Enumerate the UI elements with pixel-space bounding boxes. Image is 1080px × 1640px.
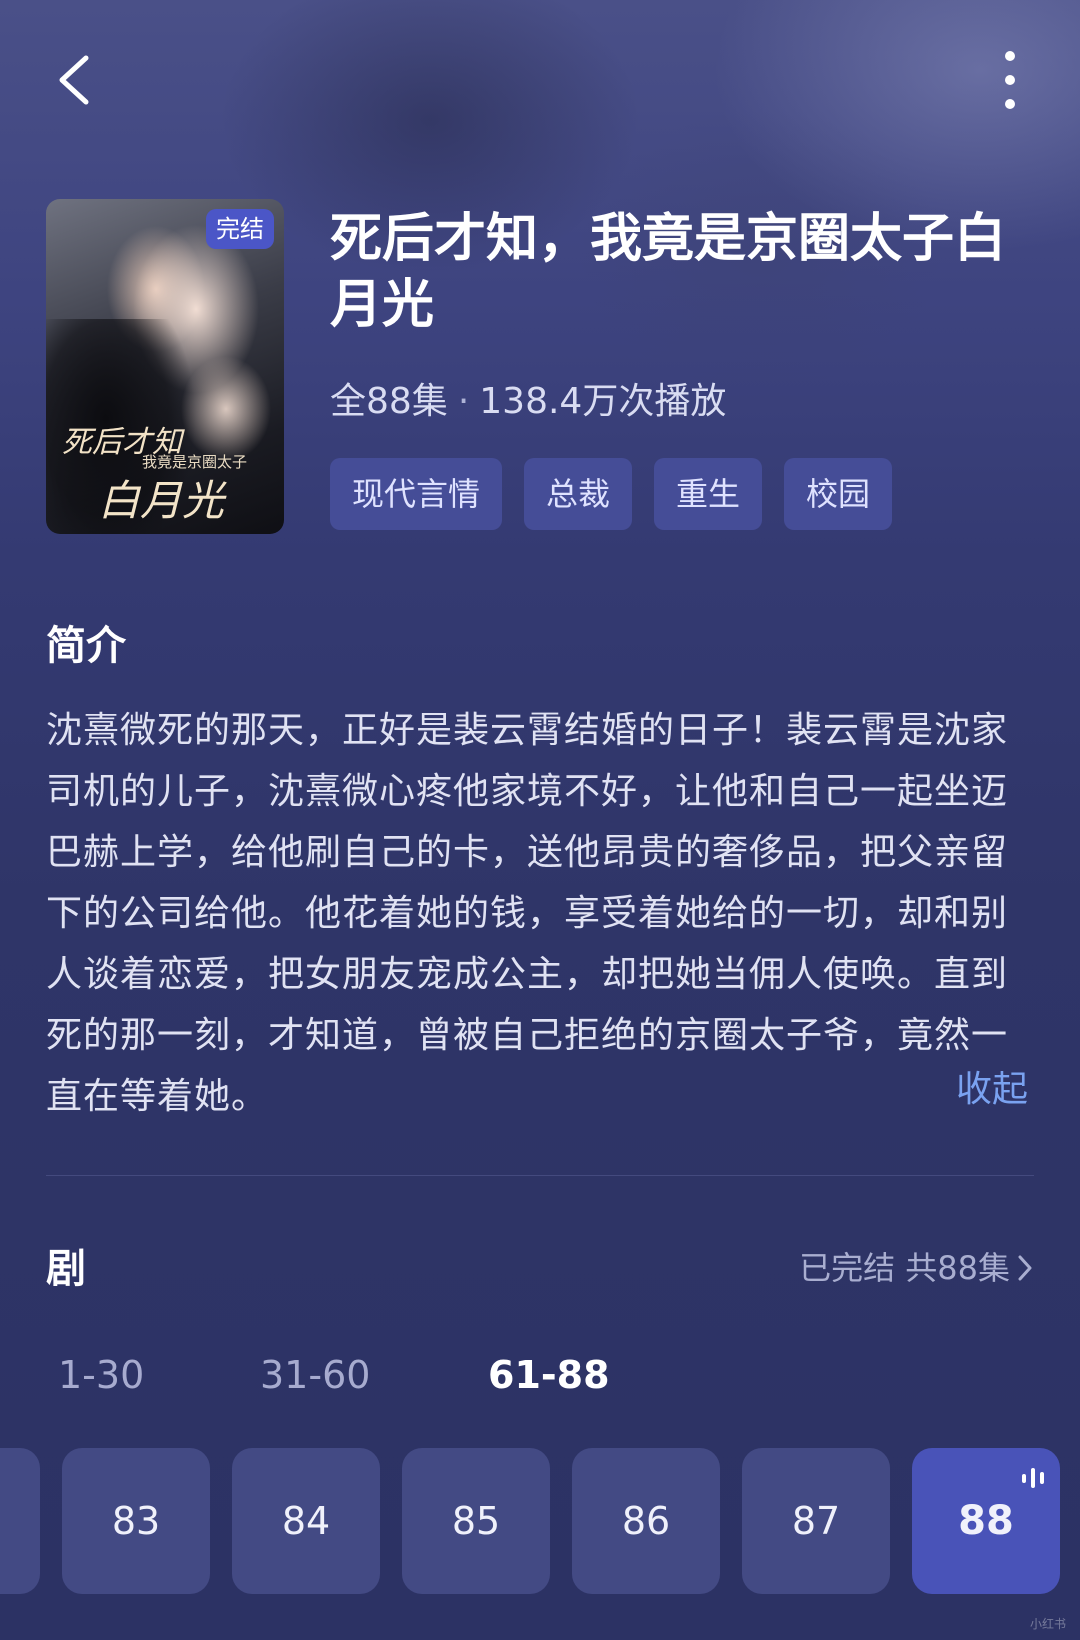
poster-art-title-line3: 白月光 xyxy=(98,476,225,525)
section-divider xyxy=(46,1175,1034,1176)
more-button[interactable] xyxy=(980,40,1040,120)
more-vertical-icon xyxy=(1005,51,1015,109)
tag-item[interactable]: 现代言情 xyxy=(330,458,503,530)
episode-button[interactable]: 84 xyxy=(232,1448,380,1594)
top-bar xyxy=(0,0,1080,160)
episode-count: 全88集 xyxy=(330,381,448,422)
tag-item[interactable]: 总裁 xyxy=(524,458,633,530)
episode-button[interactable]: 83 xyxy=(62,1448,210,1594)
episode-button[interactable]: 85 xyxy=(402,1448,550,1594)
tag-list: 现代言情 总裁 重生 校园 xyxy=(330,458,893,530)
episodes-summary-link[interactable]: 已完结 共88集 xyxy=(799,1243,1034,1293)
play-count: 138.4万次播放 xyxy=(479,381,727,422)
range-tab-61-88[interactable]: 61-88 xyxy=(488,1350,610,1400)
chevron-left-icon xyxy=(59,55,89,105)
separator-dot: · xyxy=(457,381,470,422)
watermark: 小红书 xyxy=(1029,1617,1066,1631)
episode-button-current[interactable]: 88 xyxy=(912,1448,1060,1594)
poster-art-title: 死后才知 我竟是京圈太子 白月光 xyxy=(54,409,280,525)
drama-stats: 全88集 · 138.4万次播放 xyxy=(330,378,726,426)
range-tab-1-30[interactable]: 1-30 xyxy=(58,1350,144,1400)
episodes-summary-text: 已完结 共88集 xyxy=(799,1249,1010,1287)
range-tab-31-60[interactable]: 31-60 xyxy=(260,1350,370,1400)
chevron-right-icon xyxy=(1018,1255,1032,1281)
drama-poster[interactable]: 完结 死后才知 我竟是京圈太子 白月光 xyxy=(46,199,284,534)
episode-range-tabs: 1-30 31-60 61-88 xyxy=(58,1350,1038,1400)
episode-button-partial[interactable] xyxy=(0,1448,40,1594)
episode-button-current-label: 88 xyxy=(958,1498,1014,1544)
drama-title: 死后才知，我竟是京圈太子白月光 xyxy=(330,209,1007,335)
drama-detail-page: 完结 死后才知 我竟是京圈太子 白月光 死后才知，我竟是京圈太子白月光 全88集… xyxy=(0,0,1080,1640)
collapse-button[interactable]: 收起 xyxy=(956,1065,1028,1115)
synopsis-text: 沈熹微死的那天，正好是裴云霄结婚的日子！裴云霄是沈家司机的儿子，沈熹微心疼他家境… xyxy=(46,710,1009,1117)
synopsis-heading: 简介 xyxy=(46,623,126,669)
episodes-heading: 剧 xyxy=(46,1246,86,1292)
back-button[interactable] xyxy=(44,40,104,120)
episode-grid: 83 84 85 86 87 88 xyxy=(0,1448,1080,1594)
tag-item[interactable]: 重生 xyxy=(654,458,763,530)
episode-button[interactable]: 86 xyxy=(572,1448,720,1594)
episode-button[interactable]: 87 xyxy=(742,1448,890,1594)
completed-badge: 完结 xyxy=(206,209,274,249)
tag-item[interactable]: 校园 xyxy=(784,458,893,530)
sound-wave-icon xyxy=(1022,1468,1044,1488)
